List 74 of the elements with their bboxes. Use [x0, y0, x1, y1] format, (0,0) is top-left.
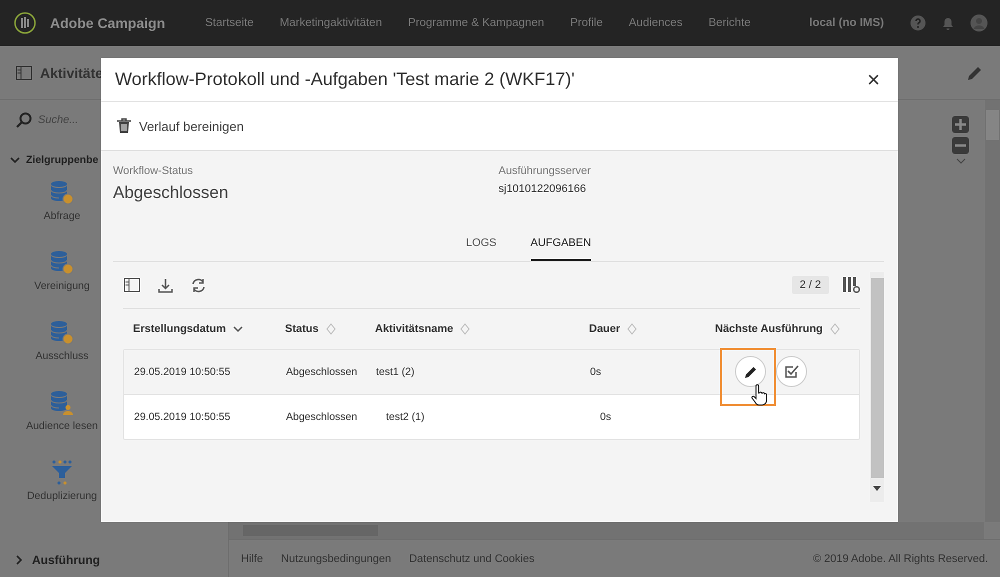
activity-label[interactable]: Abfrage — [44, 210, 80, 222]
activity-label[interactable]: Ausschluss — [35, 350, 89, 362]
field-value: Abgeschlossen — [113, 183, 228, 203]
close-button[interactable]: × — [863, 66, 884, 92]
field-value: sj1010122096166 — [498, 183, 586, 195]
field-label: Workflow-Status — [113, 165, 193, 177]
footer-link[interactable]: Hilfe — [241, 552, 264, 564]
user-name[interactable]: local (no IMS) — [809, 17, 884, 29]
table-cell-text: test1 (2) — [376, 366, 416, 378]
zoom-out-icon[interactable] — [952, 137, 969, 154]
approve-button[interactable] — [776, 356, 807, 387]
database-icon[interactable] — [49, 390, 75, 416]
download-icon[interactable] — [158, 278, 173, 292]
edit-button[interactable] — [735, 356, 766, 387]
group-label[interactable]: Ausführung — [32, 553, 100, 567]
scrollbar[interactable] — [870, 272, 884, 502]
tab[interactable]: AUFGABEN — [530, 229, 592, 261]
database-icon[interactable] — [49, 320, 75, 346]
table-cell-text: 0s — [590, 366, 602, 378]
pencil-icon — [744, 364, 758, 378]
column-header[interactable]: Status — [285, 323, 319, 335]
group-label[interactable]: Zielgruppenbe — [26, 154, 98, 166]
panel-icon[interactable] — [124, 278, 140, 292]
scrollbar[interactable] — [229, 522, 984, 539]
nav-link[interactable]: Profile — [570, 17, 603, 29]
table-cell-text: test2 (1) — [385, 411, 426, 423]
hand-cursor-icon — [751, 384, 767, 406]
column-header[interactable]: Erstellungsdatum — [133, 323, 226, 335]
chevron-icon[interactable] — [10, 155, 20, 165]
funnel-icon[interactable] — [51, 460, 73, 486]
table-cell-text: Abgeschlossen — [286, 366, 358, 378]
activity-label[interactable]: Vereinigung — [34, 280, 90, 292]
activity-label[interactable]: Deduplizierung — [26, 490, 98, 502]
zoom-in-icon[interactable] — [952, 116, 969, 133]
footer-link[interactable]: Nutzungsbedingungen — [281, 552, 392, 564]
footer-link[interactable]: Datenschutz und Cookies — [409, 552, 534, 564]
clear-history-button[interactable]: Verlauf bereinigen — [115, 118, 246, 134]
activity-label[interactable]: Audience lesen — [26, 420, 98, 432]
database-icon[interactable] — [49, 250, 75, 276]
dialog-title: Workflow-Protokoll und -Aufgaben 'Test marie 2 (WKF17)' — [115, 69, 576, 90]
column-header[interactable]: Nächste Ausführung — [715, 323, 823, 335]
trash-icon — [117, 118, 131, 134]
table-cell-text: 29.05.2019 10:50:55 — [134, 411, 232, 423]
table-cell-text: 29.05.2019 10:50:55 — [134, 366, 232, 378]
column-header[interactable]: Aktivitätsname — [375, 323, 454, 335]
nav-link[interactable]: Audiences — [628, 17, 682, 29]
brand-name: Adobe Campaign — [50, 15, 166, 31]
copyright: © 2019 Adobe. All Rights Reserved. — [812, 552, 988, 564]
chevron-icon[interactable] — [956, 158, 966, 164]
nav-link[interactable]: Marketingaktivitäten — [280, 17, 382, 29]
table-cell-text: 0s — [600, 411, 612, 423]
caret-icon[interactable] — [873, 486, 881, 491]
database-icon[interactable] — [49, 180, 75, 206]
nav-link[interactable]: Programme & Kampagnen — [408, 17, 544, 29]
column-settings-icon[interactable] — [843, 277, 860, 293]
nav-link[interactable]: Startseite — [205, 17, 254, 29]
avatar-icon[interactable] — [970, 14, 988, 32]
search-icon[interactable] — [16, 112, 32, 128]
page-title: Aktivitäte — [40, 64, 104, 80]
table-row[interactable]: 29.05.2019 10:50:55 Abgeschlossen test1 (2) 0s — [124, 350, 859, 394]
bell-icon[interactable] — [940, 15, 956, 31]
checkbox-icon — [784, 364, 799, 379]
help-icon[interactable] — [910, 15, 926, 31]
tab[interactable]: LOGS — [466, 229, 497, 261]
highlight-frame — [720, 348, 776, 406]
nav-link[interactable]: Berichte — [708, 17, 751, 29]
chevron-icon[interactable] — [14, 555, 24, 565]
count-badge: 2 / 2 — [792, 276, 829, 294]
column-header[interactable]: Dauer — [589, 323, 620, 335]
refresh-icon[interactable] — [191, 278, 206, 292]
panel-icon[interactable] — [16, 66, 32, 80]
table-cell-text: Abgeschlossen — [286, 411, 358, 423]
field-label: Ausführungsserver — [498, 165, 591, 177]
logo-icon — [14, 12, 36, 34]
